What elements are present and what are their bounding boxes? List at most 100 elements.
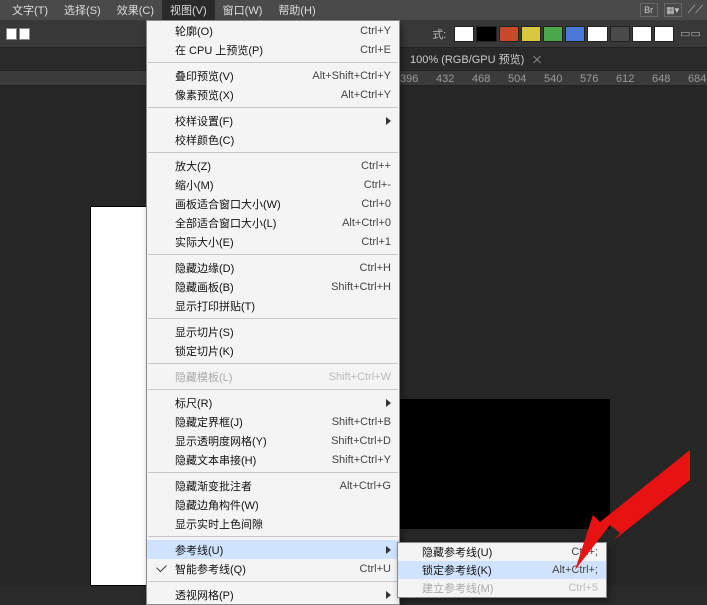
swatch[interactable] <box>476 26 496 42</box>
menu-separator <box>148 254 398 255</box>
menu-text[interactable]: 文字(T) <box>4 0 56 20</box>
menu-separator <box>148 389 398 390</box>
menu-item[interactable]: 隐藏边缘(D)Ctrl+H <box>147 258 399 277</box>
menu-item[interactable]: 隐藏定界框(J)Shift+Ctrl+B <box>147 412 399 431</box>
menu-item-label: 在 CPU 上预览(P) <box>175 42 263 58</box>
menu-item-label: 放大(Z) <box>175 158 211 174</box>
menu-item[interactable]: 显示透明度网格(Y) Shift+Ctrl+D <box>147 431 399 450</box>
menu-item-label: 隐藏画板(B) <box>175 279 234 295</box>
menu-item[interactable]: 在 CPU 上预览(P)Ctrl+E <box>147 40 399 59</box>
menu-item[interactable]: 画板适合窗口大小(W)Ctrl+0 <box>147 194 399 213</box>
swatch[interactable] <box>521 26 541 42</box>
menu-shortcut: Shift+Ctrl+D <box>331 435 391 447</box>
swatch[interactable] <box>587 26 607 42</box>
menu-item-label: 参考线(U) <box>175 542 223 558</box>
menu-item[interactable]: 全部适合窗口大小(L)Alt+Ctrl+0 <box>147 213 399 232</box>
menu-shortcut: Ctrl+- <box>364 179 391 191</box>
ruler-tick: 468 <box>472 73 490 85</box>
menu-item-label: 透视网格(P) <box>175 587 234 603</box>
stroke-swatch[interactable] <box>19 28 30 40</box>
menu-item-label: 全部适合窗口大小(L) <box>175 215 276 231</box>
ruler-tick: 540 <box>544 73 562 85</box>
menu-item-label: 显示打印拼贴(T) <box>175 298 255 314</box>
menu-item-label: 实际大小(E) <box>175 234 234 250</box>
menu-item-label: 标尺(R) <box>175 395 212 411</box>
ruler-tick: 504 <box>508 73 526 85</box>
menu-shortcut: Ctrl++ <box>361 160 391 172</box>
swatch[interactable] <box>454 26 474 42</box>
submenu-shortcut: Ctrl+; <box>571 546 598 558</box>
menu-item[interactable]: 透视网格(P) <box>147 585 399 604</box>
menu-item[interactable]: 隐藏渐变批注者 Alt+Ctrl+G <box>147 476 399 495</box>
menu-item[interactable]: 显示实时上色间隙 <box>147 514 399 533</box>
menu-shortcut: Alt+Shift+Ctrl+Y <box>312 70 391 82</box>
tool-feather-icon[interactable]: ⟋⟋ <box>688 4 703 17</box>
swatch[interactable] <box>499 26 519 42</box>
menu-item[interactable]: 隐藏边角构件(W) <box>147 495 399 514</box>
menu-item[interactable]: 隐藏文本串接(H)Shift+Ctrl+Y <box>147 450 399 469</box>
menu-shortcut: Ctrl+U <box>360 563 391 575</box>
menu-item-label: 隐藏模板(L) <box>175 369 232 385</box>
submenu-item-label: 建立参考线(M) <box>422 580 494 596</box>
menu-effect[interactable]: 效果(C) <box>109 0 162 20</box>
submenu-shortcut: Alt+Ctrl+; <box>552 564 598 576</box>
submenu-item[interactable]: 锁定参考线(K)Alt+Ctrl+; <box>398 561 606 579</box>
menu-help[interactable]: 帮助(H) <box>270 0 323 20</box>
document-tab[interactable]: 100% (RGB/GPU 预览) <box>400 48 554 70</box>
menu-item[interactable]: 智能参考线(Q)Ctrl+U <box>147 559 399 578</box>
swatch[interactable] <box>543 26 563 42</box>
menu-item-label: 隐藏渐变批注者 <box>175 478 252 494</box>
menu-item-label: 校样设置(F) <box>175 113 233 129</box>
menu-select[interactable]: 选择(S) <box>56 0 109 20</box>
menu-item-label: 隐藏边缘(D) <box>175 260 234 276</box>
menu-separator <box>148 363 398 364</box>
menu-item-label: 显示透明度网格(Y) <box>175 433 267 449</box>
menu-item[interactable]: 实际大小(E)Ctrl+1 <box>147 232 399 251</box>
menu-item[interactable]: 隐藏画板(B) Shift+Ctrl+H <box>147 277 399 296</box>
shape-rectangle[interactable] <box>400 399 610 529</box>
submenu-item[interactable]: 隐藏参考线(U)Ctrl+; <box>398 543 606 561</box>
menu-item[interactable]: 标尺(R) <box>147 393 399 412</box>
menu-view[interactable]: 视图(V) <box>162 0 215 20</box>
more-icon[interactable]: ▭▭ <box>680 27 701 40</box>
menu-separator <box>148 107 398 108</box>
swatch[interactable] <box>632 26 652 42</box>
fill-swatch[interactable] <box>6 28 17 40</box>
menu-shortcut: Shift+Ctrl+B <box>332 416 391 428</box>
menu-item[interactable]: 显示打印拼贴(T) <box>147 296 399 315</box>
menu-item[interactable]: 放大(Z) Ctrl++ <box>147 156 399 175</box>
menu-shortcut: Ctrl+0 <box>361 198 391 210</box>
menu-item[interactable]: 锁定切片(K) <box>147 341 399 360</box>
ruler-tick: 432 <box>436 73 454 85</box>
menu-item[interactable]: 叠印预览(V) Alt+Shift+Ctrl+Y <box>147 66 399 85</box>
close-icon[interactable] <box>532 54 542 64</box>
menu-separator <box>148 472 398 473</box>
menu-item-label: 叠印预览(V) <box>175 68 234 84</box>
menu-item[interactable]: 参考线(U) <box>147 540 399 559</box>
menu-window[interactable]: 窗口(W) <box>215 0 271 20</box>
style-label: 式: <box>432 26 446 42</box>
menubar: 文字(T) 选择(S) 效果(C) 视图(V) 窗口(W) 帮助(H) Br ▦… <box>0 0 707 20</box>
swatch[interactable] <box>610 26 630 42</box>
tool-arrange[interactable]: ▦▾ <box>664 3 682 17</box>
menu-item[interactable]: 校样颜色(C) <box>147 130 399 149</box>
ruler-tick: 576 <box>580 73 598 85</box>
menu-item[interactable]: 轮廓(O)Ctrl+Y <box>147 21 399 40</box>
menu-shortcut: Shift+Ctrl+Y <box>332 454 391 466</box>
submenu-item: 建立参考线(M) Ctrl+5 <box>398 579 606 597</box>
menu-shortcut: Shift+Ctrl+H <box>331 281 391 293</box>
view-menu-dropdown: 轮廓(O)Ctrl+Y在 CPU 上预览(P)Ctrl+E 叠印预览(V) Alt+… <box>146 20 400 605</box>
swatch[interactable] <box>654 26 674 42</box>
menu-shortcut: Alt+Ctrl+Y <box>341 89 391 101</box>
menu-item[interactable]: 缩小(M) Ctrl+- <box>147 175 399 194</box>
menu-item[interactable]: 像素预览(X)Alt+Ctrl+Y <box>147 85 399 104</box>
swatch[interactable] <box>565 26 585 42</box>
menu-item[interactable]: 显示切片(S) <box>147 322 399 341</box>
submenu-shortcut: Ctrl+5 <box>568 582 598 594</box>
tool-br[interactable]: Br <box>640 3 658 17</box>
menu-item-label: 缩小(M) <box>175 177 214 193</box>
menubar-tools: Br ▦▾ ⟋⟋ <box>640 3 703 17</box>
menu-shortcut: Alt+Ctrl+G <box>340 480 391 492</box>
menu-item[interactable]: 校样设置(F) <box>147 111 399 130</box>
ruler-tick: 612 <box>616 73 634 85</box>
